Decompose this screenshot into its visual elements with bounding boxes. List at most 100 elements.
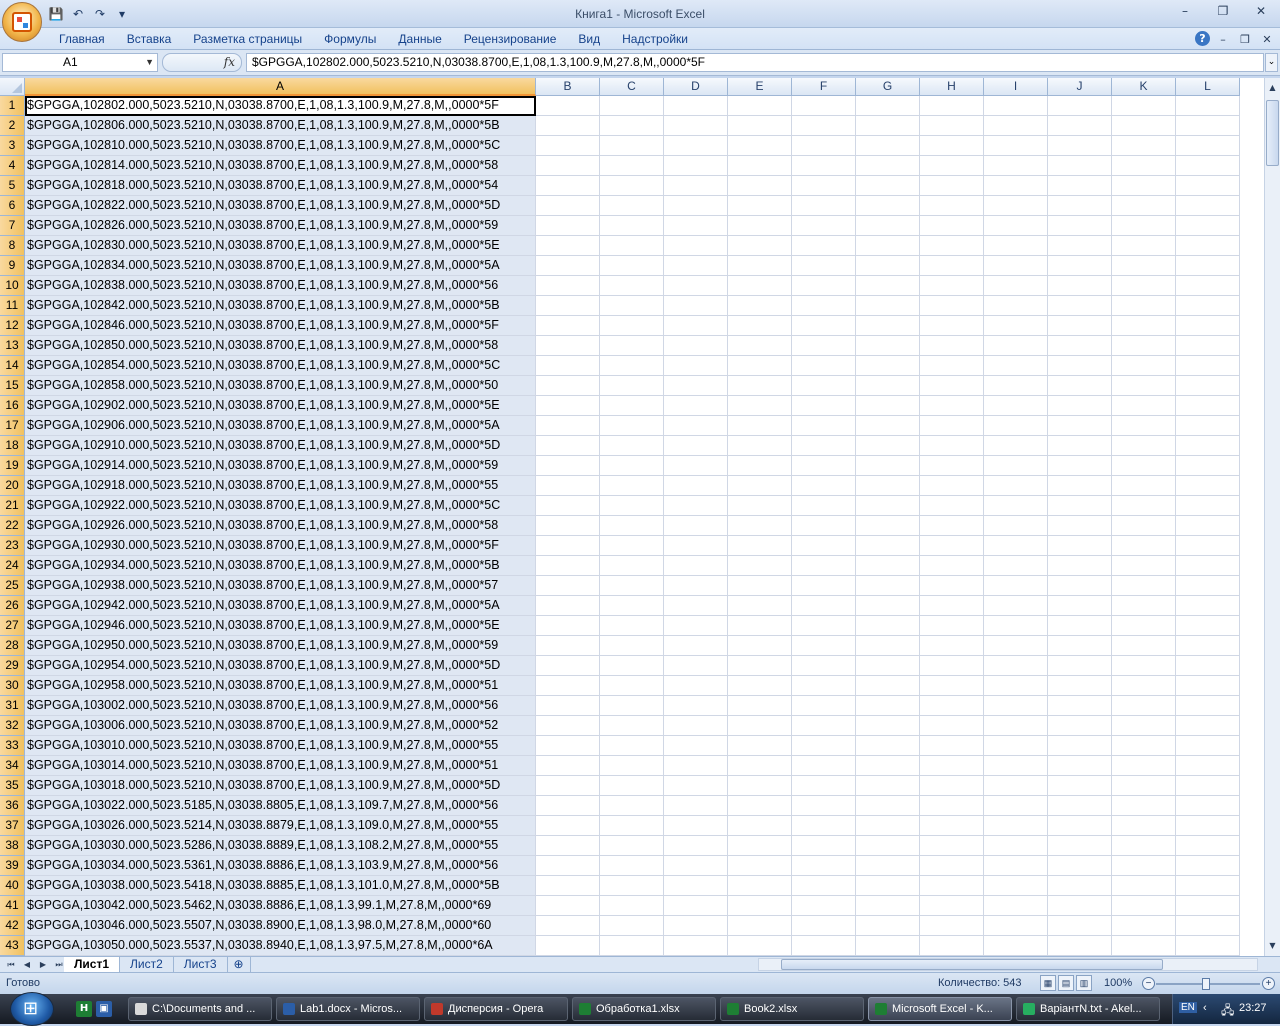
cell[interactable] [1048,516,1112,536]
horizontal-scroll-thumb[interactable] [781,959,1163,970]
cell[interactable] [600,656,664,676]
cell[interactable] [664,496,728,516]
expand-formula-bar-icon[interactable]: ⌄ [1265,53,1278,72]
column-header-i[interactable]: I [984,78,1048,96]
cell-a[interactable]: $GPGGA,103010.000,5023.5210,N,03038.8700… [25,736,536,756]
cell[interactable] [1176,276,1240,296]
taskbar-item[interactable]: C:\Documents and ... [128,997,272,1021]
cell-a[interactable]: $GPGGA,102926.000,5023.5210,N,03038.8700… [25,516,536,536]
cell[interactable] [1176,416,1240,436]
cell[interactable] [984,556,1048,576]
cell[interactable] [1176,556,1240,576]
cell[interactable] [984,256,1048,276]
cell[interactable] [664,416,728,436]
cell[interactable] [1176,236,1240,256]
cell[interactable] [728,296,792,316]
cell[interactable] [920,196,984,216]
cell[interactable] [1176,256,1240,276]
cell[interactable] [728,596,792,616]
cell[interactable] [1112,856,1176,876]
tab-review[interactable]: Рецензирование [453,28,568,50]
cell[interactable] [728,916,792,936]
row-header[interactable]: 24 [0,556,25,576]
cell[interactable] [536,236,600,256]
cell[interactable] [728,356,792,376]
cell[interactable] [1112,896,1176,916]
cell[interactable] [600,836,664,856]
cell[interactable] [728,276,792,296]
cell[interactable] [856,676,920,696]
cell[interactable] [984,776,1048,796]
cell[interactable] [1112,256,1176,276]
cell[interactable] [664,696,728,716]
cell[interactable] [984,636,1048,656]
cell[interactable] [984,536,1048,556]
cell[interactable] [792,296,856,316]
cell[interactable] [1176,336,1240,356]
page-layout-view-icon[interactable]: ▤ [1058,975,1074,991]
cell[interactable] [664,636,728,656]
cell[interactable] [728,116,792,136]
cell[interactable] [920,876,984,896]
cell[interactable] [792,856,856,876]
zoom-slider[interactable]: − + [1142,976,1276,992]
insert-function-icon[interactable]: fx [224,55,235,69]
cell[interactable] [856,496,920,516]
cell[interactable] [792,456,856,476]
cell[interactable] [664,916,728,936]
cell[interactable] [920,236,984,256]
cell[interactable] [728,216,792,236]
cell[interactable] [856,396,920,416]
cell[interactable] [984,736,1048,756]
cell[interactable] [856,616,920,636]
cell[interactable] [920,396,984,416]
cell[interactable] [600,496,664,516]
cell[interactable] [600,296,664,316]
cell[interactable] [1176,636,1240,656]
cell[interactable] [728,756,792,776]
cell[interactable] [664,156,728,176]
cell[interactable] [920,756,984,776]
cell-a[interactable]: $GPGGA,103014.000,5023.5210,N,03038.8700… [25,756,536,776]
cell[interactable] [792,316,856,336]
cell[interactable] [1048,456,1112,476]
cell[interactable] [1112,556,1176,576]
cell[interactable] [920,176,984,196]
cell-a[interactable]: $GPGGA,102814.000,5023.5210,N,03038.8700… [25,156,536,176]
cell[interactable] [920,896,984,916]
tray-expand-icon[interactable]: ‹ [1203,1002,1207,1014]
cell[interactable] [792,176,856,196]
cell[interactable] [792,256,856,276]
row-header[interactable]: 15 [0,376,25,396]
cell[interactable] [984,676,1048,696]
cell[interactable] [1048,196,1112,216]
minimize-button[interactable]: – [1166,0,1204,22]
row-header[interactable]: 13 [0,336,25,356]
cell-a[interactable]: $GPGGA,102830.000,5023.5210,N,03038.8700… [25,236,536,256]
cell[interactable] [600,356,664,376]
cell[interactable] [664,816,728,836]
cell[interactable] [600,596,664,616]
cell[interactable] [856,316,920,336]
cell[interactable] [536,556,600,576]
cell[interactable] [856,356,920,376]
cell[interactable] [1176,216,1240,236]
cell[interactable] [536,116,600,136]
cell-a[interactable]: $GPGGA,103034.000,5023.5361,N,03038.8886… [25,856,536,876]
zoom-in-icon[interactable]: + [1262,977,1275,990]
cell[interactable] [728,456,792,476]
cell[interactable] [536,736,600,756]
cell-a[interactable]: $GPGGA,103038.000,5023.5418,N,03038.8885… [25,876,536,896]
cell[interactable] [1176,896,1240,916]
cell[interactable] [792,896,856,916]
cell[interactable] [1176,616,1240,636]
cell[interactable] [536,256,600,276]
cell[interactable] [1176,776,1240,796]
cell[interactable] [600,696,664,716]
cell[interactable] [600,256,664,276]
cell[interactable] [1048,836,1112,856]
cell[interactable] [1112,576,1176,596]
cell[interactable] [664,796,728,816]
cell[interactable] [984,496,1048,516]
cell[interactable] [1112,596,1176,616]
